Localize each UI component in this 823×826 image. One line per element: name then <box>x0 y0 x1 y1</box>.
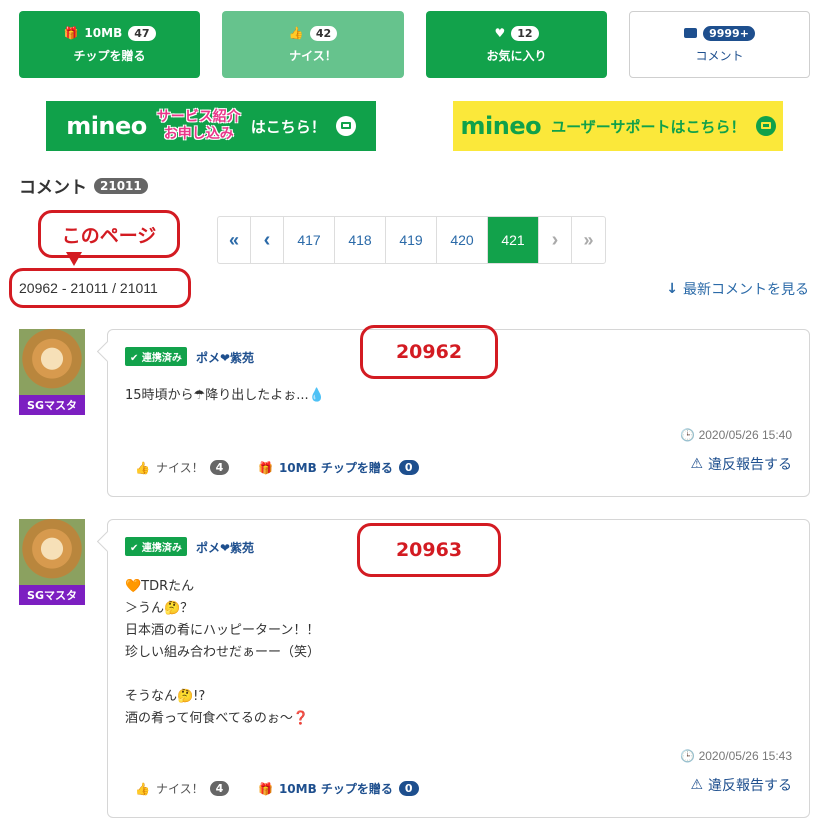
latest-comments-label: 最新コメントを見る <box>683 282 809 298</box>
comment-range-text: 20962 - 21011 / 21011 <box>19 280 158 296</box>
rank-badge: SGマスタ <box>19 585 85 605</box>
this-page-annotation-text: このページ <box>61 224 157 247</box>
tip-amount: 10MB <box>84 26 123 40</box>
nice-button-label: ナイス！ <box>289 48 337 63</box>
thumbs-up-icon: 👍 <box>135 781 150 796</box>
rank-badge: SGマスタ <box>19 395 85 415</box>
comment-button[interactable]: 9999+ コメント <box>629 11 810 78</box>
comment-timestamp: 🕒 2020/05/26 15:40 <box>680 428 792 442</box>
prev-page-button[interactable]: ‹ <box>251 217 284 263</box>
banner-cta-text: はこちら！ <box>250 117 326 136</box>
avatar[interactable]: SGマスタ <box>19 519 85 605</box>
monitor-icon <box>335 116 356 136</box>
comment-number-annotation-text: 20963 <box>395 539 463 561</box>
gift-icon: 🎁 <box>258 460 273 475</box>
tip-count-badge: 0 <box>398 781 419 796</box>
nice-button[interactable]: 👍 42 ナイス！ <box>222 11 404 78</box>
first-page-button[interactable]: « <box>218 217 251 263</box>
tip-link[interactable]: 🎁 10MB チップを贈る 0 <box>258 780 419 797</box>
tip-count-badge: 0 <box>398 460 419 475</box>
card-pointer <box>96 340 119 363</box>
avatar[interactable]: SGマスタ <box>19 329 85 415</box>
nice-count-badge: 42 <box>309 25 338 41</box>
report-link[interactable]: ⚠ 違反報告する <box>690 454 792 474</box>
comment-number-annotation: 20962 <box>360 325 498 379</box>
linked-badge: ✔ 連携済み <box>125 347 187 366</box>
tip-count-badge: 47 <box>128 25 156 41</box>
linked-badge: ✔ 連携済み <box>125 537 187 556</box>
nice-count-badge: 4 <box>209 460 230 475</box>
favorite-button[interactable]: ♥ 12 お気に入り <box>426 11 607 78</box>
pagination: « ‹ 417 418 419 420 421 › » <box>217 216 606 264</box>
page-417[interactable]: 417 <box>284 217 335 263</box>
page-421-current[interactable]: 421 <box>488 217 539 263</box>
comment-number-annotation: 20963 <box>357 523 501 577</box>
warning-icon: ⚠ <box>690 777 703 793</box>
annotation-pointer <box>66 252 82 266</box>
banner-apply-text: お申し込み <box>163 126 234 142</box>
speech-bubble-icon <box>684 28 698 38</box>
banner-support-text: ユーザーサポートはこちら！ <box>551 117 746 136</box>
comments-heading: コメント 21011 <box>19 173 148 198</box>
banner-service-text: サービス紹介 <box>156 109 241 125</box>
heart-icon: ♥ <box>494 26 506 40</box>
avatar-image <box>19 329 85 395</box>
favorite-button-label: お気に入り <box>486 48 547 63</box>
tip-button-label: チップを贈る <box>73 48 146 63</box>
comment-body: 🧡TDRたん ＞うん🤔？ 日本酒の肴にハッピーターン！！ 珍しい組み合わせだぁー… <box>125 579 321 726</box>
comments-title: コメント <box>19 178 87 198</box>
username-link[interactable]: ポメ❤紫苑 <box>196 349 254 366</box>
comment-count-badge: 9999+ <box>703 25 755 41</box>
report-link[interactable]: ⚠ 違反報告する <box>690 775 792 795</box>
tip-link[interactable]: 🎁 10MB チップを贈る 0 <box>258 459 419 476</box>
thumbs-up-icon: 👍 <box>135 460 150 475</box>
mineo-logo: mineo <box>66 112 147 140</box>
gift-icon: 🎁 <box>63 26 79 40</box>
arrow-down-icon: ↓ <box>666 281 678 297</box>
user-support-banner[interactable]: mineo ユーザーサポートはこちら！ <box>453 101 783 151</box>
clock-icon: 🕒 <box>680 749 696 763</box>
thumbs-up-icon: 👍 <box>288 26 304 40</box>
nice-link[interactable]: 👍 ナイス！ 4 <box>135 780 230 797</box>
card-pointer <box>96 530 119 553</box>
this-page-annotation: このページ <box>38 210 180 258</box>
favorite-count-badge: 12 <box>511 25 539 41</box>
tip-button[interactable]: 🎁 10MB 47 チップを贈る <box>19 11 200 78</box>
next-page-button[interactable]: › <box>539 217 572 263</box>
comment-timestamp: 🕒 2020/05/26 15:43 <box>680 749 792 763</box>
nice-count-badge: 4 <box>209 781 230 796</box>
gift-icon: 🎁 <box>258 781 273 796</box>
last-page-button[interactable]: » <box>572 217 605 263</box>
nice-link[interactable]: 👍 ナイス！ 4 <box>135 459 230 476</box>
comment-button-label: コメント <box>695 48 744 63</box>
latest-comments-link[interactable]: ↓ 最新コメントを見る <box>666 279 809 299</box>
service-intro-banner[interactable]: mineo サービス紹介 お申し込み はこちら！ <box>46 101 376 151</box>
page-419[interactable]: 419 <box>386 217 437 263</box>
warning-icon: ⚠ <box>690 456 703 472</box>
avatar-image <box>19 519 85 585</box>
comments-count-badge: 21011 <box>94 177 148 194</box>
comment-body: 15時頃から☂降り出したよぉ...💧 <box>125 388 325 403</box>
clock-icon: 🕒 <box>680 428 696 442</box>
page-420[interactable]: 420 <box>437 217 488 263</box>
comment-number-annotation-text: 20962 <box>395 341 463 363</box>
page-418[interactable]: 418 <box>335 217 386 263</box>
mineo-logo: mineo <box>460 112 542 140</box>
monitor-icon <box>755 116 776 136</box>
username-link[interactable]: ポメ❤紫苑 <box>196 539 254 556</box>
